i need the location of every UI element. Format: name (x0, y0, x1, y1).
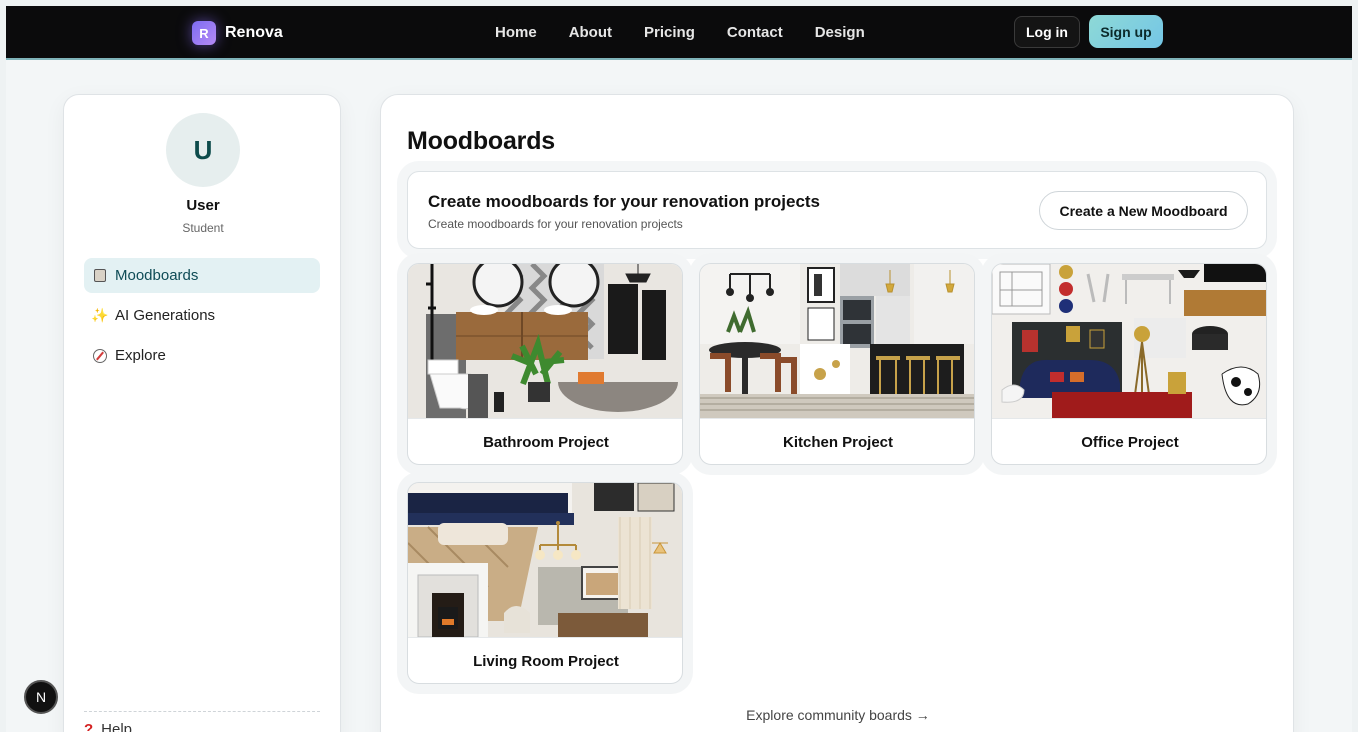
create-moodboard-card: Create moodboards for your renovation pr… (407, 171, 1267, 249)
compass-icon (93, 348, 107, 363)
brand[interactable]: R Renova (192, 21, 283, 45)
dev-badge[interactable]: N (24, 680, 58, 714)
board-title: Living Room Project (408, 637, 682, 683)
page-title: Moodboards (407, 127, 555, 155)
avatar: U (166, 113, 240, 187)
board-title: Bathroom Project (408, 418, 682, 464)
create-card-title: Create moodboards for your renovation pr… (428, 192, 821, 211)
sidebar-item-ai-generations[interactable]: ✨ AI Generations (84, 298, 320, 333)
sidebar-item-label: AI Generations (115, 307, 216, 324)
sidebar-item-label: Explore (115, 347, 166, 364)
question-icon: ? (84, 721, 94, 732)
user-role: Student (182, 221, 224, 235)
user-name: User (186, 197, 220, 214)
sidebar-item-label: Moodboards (115, 267, 199, 284)
brand-logo-icon: R (192, 21, 216, 45)
board-image-living-room (408, 483, 682, 637)
board-image-office (992, 264, 1266, 418)
board-title: Kitchen Project (700, 418, 974, 464)
board-card-kitchen[interactable]: Kitchen Project (699, 263, 975, 465)
board-title: Office Project (992, 418, 1266, 464)
sidebar-divider (84, 711, 320, 712)
nav-link-pricing[interactable]: Pricing (644, 24, 695, 41)
notebook-icon (93, 269, 107, 283)
board-image-bathroom (408, 264, 682, 418)
create-moodboard-button[interactable]: Create a New Moodboard (1039, 191, 1248, 230)
app-frame: R Renova Home About Pricing Contact Desi… (6, 6, 1352, 732)
nav-link-design[interactable]: Design (815, 24, 865, 41)
help-label: Help (101, 721, 133, 732)
nav-links: Home About Pricing Contact Design (495, 24, 865, 41)
main-panel: Moodboards Create moodboards for your re… (380, 94, 1294, 732)
login-button[interactable]: Log in (1014, 16, 1080, 48)
sidebar-item-explore[interactable]: Explore (84, 338, 320, 373)
brand-name: Renova (225, 24, 283, 41)
board-card-office[interactable]: Office Project (991, 263, 1267, 465)
board-card-living-room[interactable]: Living Room Project (407, 482, 683, 684)
sidebar: U User Student Moodboards ✨ AI Generatio… (63, 94, 341, 732)
board-image-kitchen (700, 264, 974, 418)
nav-link-home[interactable]: Home (495, 24, 537, 41)
board-card-bathroom[interactable]: Bathroom Project (407, 263, 683, 465)
nav-link-about[interactable]: About (569, 24, 612, 41)
sidebar-item-moodboards[interactable]: Moodboards (84, 258, 320, 293)
help-link[interactable]: ? Help (84, 721, 132, 732)
sparkles-icon: ✨ (91, 307, 109, 323)
explore-community-link[interactable]: Explore community boards → (381, 707, 1295, 723)
nav-link-contact[interactable]: Contact (727, 24, 783, 41)
create-card-subtitle: Create moodboards for your renovation pr… (428, 217, 683, 231)
signup-button[interactable]: Sign up (1089, 15, 1163, 48)
top-navbar: R Renova Home About Pricing Contact Desi… (6, 6, 1352, 60)
